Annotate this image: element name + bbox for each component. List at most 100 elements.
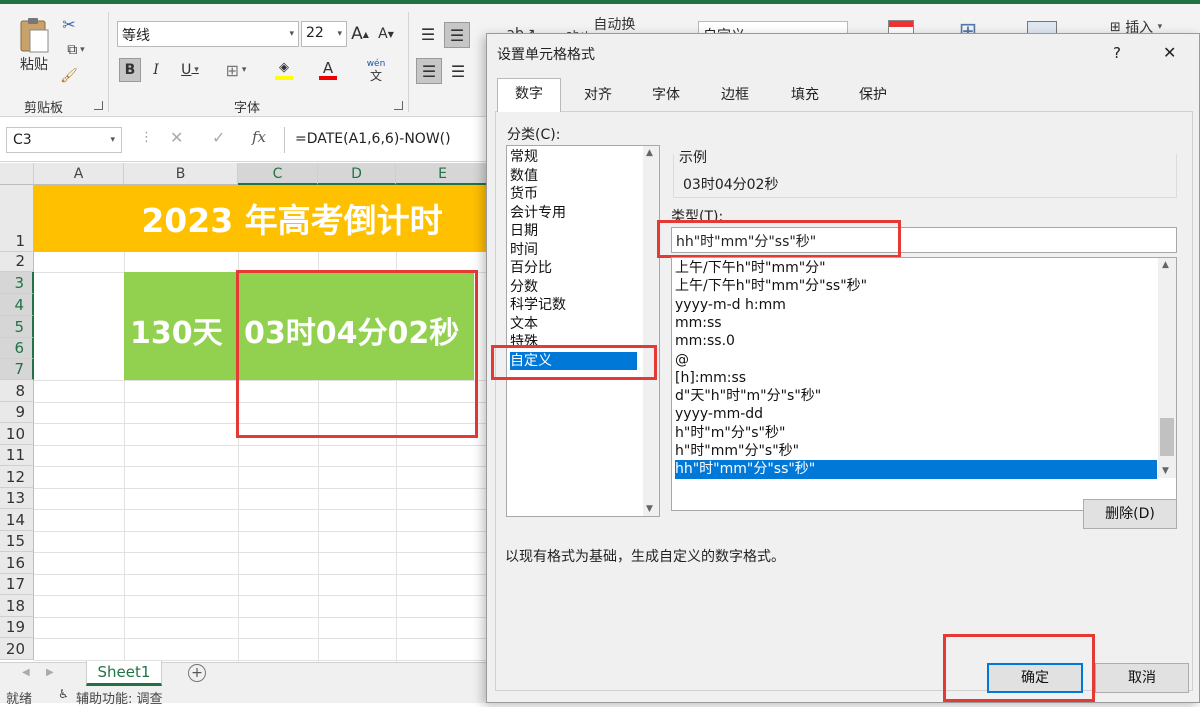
category-item[interactable]: 常规 [510, 148, 538, 167]
scrollbar-thumb[interactable] [1160, 418, 1174, 456]
category-item[interactable]: 分数 [510, 278, 538, 297]
name-box[interactable]: C3 ▾ [6, 127, 122, 153]
chevron-up-icon[interactable]: ▲ [646, 148, 653, 158]
tab-font[interactable]: 字体 [633, 80, 699, 110]
font-color-button[interactable]: A [310, 58, 346, 82]
format-item[interactable]: h"时"m"分"s"秒" [675, 424, 785, 442]
insert-function-icon[interactable]: fx [252, 128, 266, 146]
font-size-select[interactable]: 22 ▾ [301, 21, 347, 47]
italic-button[interactable]: I [146, 58, 166, 82]
row-header[interactable]: 11 [0, 445, 34, 466]
cancel-entry-icon[interactable]: ✕ [170, 128, 183, 147]
clipboard-launcher-icon[interactable] [94, 101, 103, 110]
category-item[interactable]: 文本 [510, 315, 538, 334]
tab-protection[interactable]: 保护 [839, 80, 907, 110]
format-item[interactable]: d"天"h"时"m"分"s"秒" [675, 387, 821, 405]
row-header[interactable]: 14 [0, 509, 34, 531]
borders-button[interactable]: ⊞ ▾ [218, 58, 254, 82]
row-header[interactable]: 19 [0, 617, 34, 638]
fill-color-button[interactable]: ◈ [266, 58, 302, 82]
format-painter-button[interactable]: 🖌 [58, 66, 80, 86]
format-item[interactable]: yyyy-m-d h:mm [675, 296, 786, 314]
category-item[interactable]: 时间 [510, 241, 538, 260]
copy-button[interactable]: ⧉ ▾ [58, 40, 94, 60]
row-header[interactable]: 2 [0, 252, 34, 272]
chevron-up-icon[interactable]: ▲ [1162, 260, 1169, 270]
row-header[interactable]: 16 [0, 552, 34, 574]
format-item[interactable]: [h]:mm:ss [675, 369, 746, 387]
format-item[interactable]: yyyy-mm-dd [675, 405, 763, 423]
scroll-left-icon[interactable]: ◀ [22, 667, 30, 678]
row-header[interactable]: 12 [0, 466, 34, 488]
delete-button[interactable]: 删除(D) [1083, 499, 1177, 529]
category-item[interactable]: 百分比 [510, 259, 552, 278]
row-header[interactable]: 6 [0, 338, 34, 359]
row-header[interactable]: 7 [0, 359, 34, 380]
category-list[interactable]: 常规 数值 货币 会计专用 日期 时间 百分比 分数 科学记数 文本 特殊 自定… [506, 145, 660, 517]
grow-font-button[interactable]: A ▲ [350, 22, 370, 46]
row-header[interactable]: 3 [0, 272, 34, 294]
category-item[interactable]: 数值 [510, 167, 538, 186]
tab-alignment[interactable]: 对齐 [565, 80, 631, 110]
column-header-e[interactable]: E [396, 163, 490, 185]
category-item[interactable]: 货币 [510, 185, 538, 204]
format-list[interactable]: 上午/下午h"时"mm"分" 上午/下午h"时"mm"分"ss"秒" yyyy-… [671, 257, 1177, 511]
format-item[interactable]: mm:ss [675, 314, 722, 332]
align-center-button[interactable]: ☰ [446, 58, 470, 84]
phonetic-button[interactable]: wén 文 [356, 56, 396, 84]
underline-button[interactable]: U ▾ [172, 58, 208, 82]
row-header[interactable]: 15 [0, 531, 34, 552]
bold-button[interactable]: B [119, 58, 141, 82]
status-accessibility[interactable]: 辅助功能: 调查 [76, 688, 163, 707]
row-header[interactable]: 10 [0, 423, 34, 445]
format-item[interactable]: @ [675, 351, 689, 369]
row-header[interactable]: 5 [0, 316, 34, 338]
row-header[interactable]: 13 [0, 488, 34, 509]
paste-button[interactable]: 粘贴 [12, 12, 56, 78]
chevron-down-icon[interactable]: ▼ [646, 504, 653, 514]
format-item[interactable]: 上午/下午h"时"mm"分" [675, 259, 826, 277]
align-top-button[interactable]: ☰ [416, 22, 440, 46]
countdown-title-cell[interactable]: 2023 年高考倒计时 [34, 185, 490, 252]
row-header[interactable]: 17 [0, 574, 34, 595]
help-icon[interactable]: ? [1113, 44, 1121, 62]
add-sheet-icon[interactable]: + [188, 664, 206, 682]
category-item[interactable]: 日期 [510, 222, 538, 241]
cancel-button[interactable]: 取消 [1095, 663, 1189, 693]
column-header-a[interactable]: A [34, 163, 124, 185]
category-scrollbar[interactable]: ▲ ▼ [643, 146, 659, 516]
format-item[interactable]: 上午/下午h"时"mm"分"ss"秒" [675, 277, 867, 295]
close-icon[interactable]: ✕ [1163, 43, 1176, 62]
tab-border[interactable]: 边框 [701, 80, 769, 110]
row-header[interactable]: 9 [0, 402, 34, 423]
accessibility-icon[interactable]: ♿ [58, 687, 69, 701]
scroll-right-icon[interactable]: ▶ [46, 667, 54, 678]
chevron-down-icon[interactable]: ▼ [1162, 466, 1169, 476]
row-header[interactable]: 20 [0, 638, 34, 660]
row-header[interactable]: 1 [0, 185, 34, 252]
cut-button[interactable]: ✂ [58, 14, 80, 34]
tab-fill[interactable]: 填充 [771, 80, 839, 110]
formula-input[interactable]: =DATE(A1,6,6)-NOW() [284, 127, 494, 153]
days-remaining-cell[interactable]: 130天 [130, 308, 223, 352]
format-item[interactable]: mm:ss.0 [675, 332, 735, 350]
font-name-select[interactable]: 等线 ▾ [117, 21, 299, 47]
row-header[interactable]: 8 [0, 380, 34, 402]
select-all-corner[interactable] [0, 163, 34, 185]
column-header-d[interactable]: D [318, 163, 396, 185]
sheet-tab-sheet1[interactable]: Sheet1 [86, 661, 162, 686]
tab-number[interactable]: 数字 [497, 78, 561, 112]
column-header-b[interactable]: B [124, 163, 238, 185]
shrink-font-button[interactable]: A ▼ [376, 22, 396, 46]
category-item[interactable]: 科学记数 [510, 296, 566, 315]
row-header[interactable]: 4 [0, 294, 34, 316]
align-middle-button[interactable]: ☰ [444, 22, 470, 48]
column-header-c[interactable]: C [238, 163, 318, 185]
category-item[interactable]: 会计专用 [510, 204, 566, 223]
format-item[interactable]: h"时"mm"分"s"秒" [675, 442, 799, 460]
format-item-selected[interactable]: hh"时"mm"分"ss"秒" [675, 460, 1157, 479]
row-header[interactable]: 18 [0, 595, 34, 617]
align-left-button[interactable]: ☰ [416, 58, 442, 84]
confirm-entry-icon[interactable]: ✓ [212, 128, 225, 147]
font-launcher-icon[interactable] [394, 101, 403, 110]
